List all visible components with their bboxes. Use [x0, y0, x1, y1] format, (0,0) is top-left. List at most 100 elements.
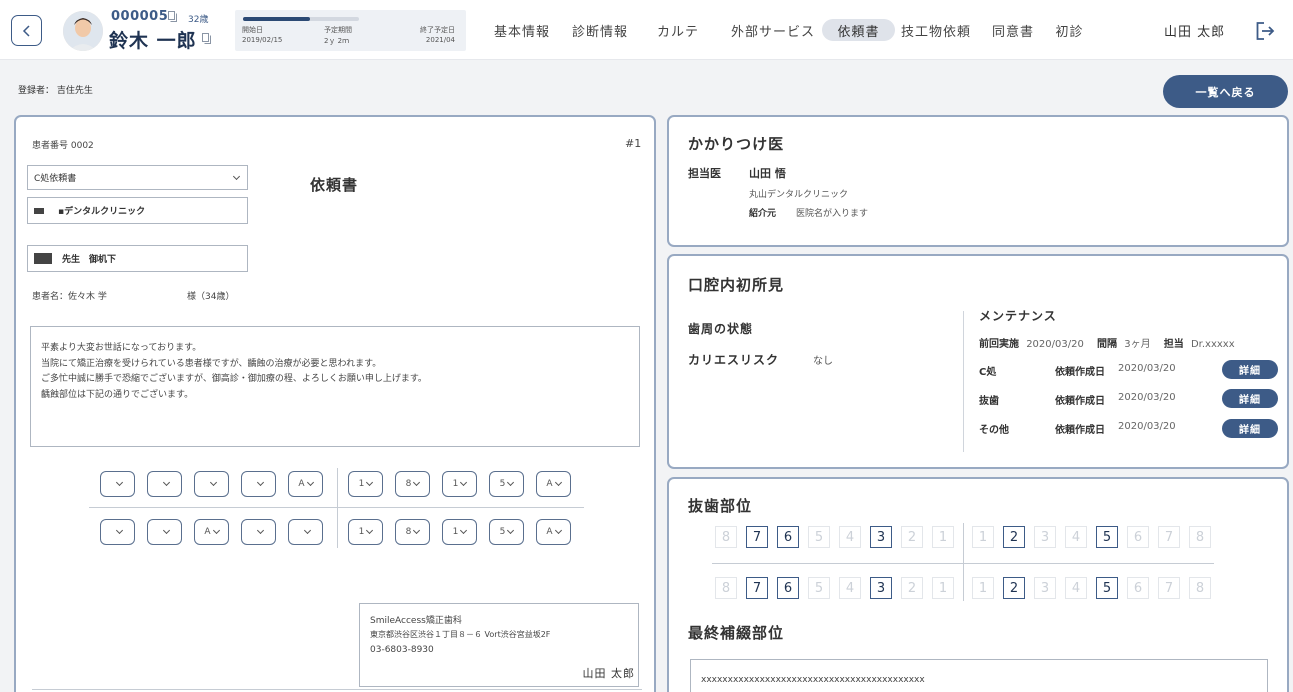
- tooth-lower-left-2[interactable]: 2: [901, 577, 923, 599]
- tooth-upper-left-3[interactable]: 3: [870, 526, 892, 548]
- tooth-upper-right-5[interactable]: 5: [1096, 526, 1118, 548]
- tab-basic-info[interactable]: 基本情報: [492, 19, 552, 41]
- tooth-select-value: A: [546, 527, 553, 537]
- tooth-select[interactable]: A: [288, 471, 323, 497]
- tooth-select[interactable]: 1: [442, 471, 477, 497]
- tooth-lower-right-5[interactable]: 5: [1096, 577, 1118, 599]
- tooth-upper-left-2[interactable]: 2: [901, 526, 923, 548]
- copy-icon[interactable]: [168, 11, 177, 22]
- clinic-field[interactable]: ▪デンタルクリニック: [27, 197, 248, 224]
- tooth-lower-right-6[interactable]: 6: [1127, 577, 1149, 599]
- final-restoration-field[interactable]: xxxxxxxxxxxxxxxxxxxxxxxxxxxxxxxxxxxxxxxx…: [690, 659, 1268, 692]
- tooth-upper-left-1[interactable]: 1: [932, 526, 954, 548]
- chevron-down-icon: [256, 478, 264, 487]
- tooth-select[interactable]: 5: [489, 471, 524, 497]
- request-type-select[interactable]: C処依頼書: [27, 165, 248, 190]
- tooth-lower-left-5[interactable]: 5: [808, 577, 830, 599]
- period-progress-bar: [243, 17, 359, 21]
- letter-title: 依頼書: [310, 176, 359, 194]
- copy-name-icon[interactable]: [202, 33, 211, 44]
- request-type: その他: [979, 425, 1009, 436]
- tab-chart[interactable]: カルテ: [654, 19, 702, 41]
- back-to-list-button[interactable]: 一覧へ戻る: [1163, 75, 1288, 108]
- tooth-select[interactable]: A: [536, 519, 571, 545]
- tooth-lower-right-3[interactable]: 3: [1034, 577, 1056, 599]
- tooth-lower-left-1[interactable]: 1: [932, 577, 954, 599]
- tooth-select[interactable]: 8: [395, 519, 430, 545]
- request-detail-button[interactable]: 詳細: [1222, 360, 1278, 379]
- tooth-select[interactable]: [194, 471, 229, 497]
- caries-value: なし: [813, 356, 833, 367]
- tooth-select[interactable]: A: [536, 471, 571, 497]
- oral-findings-title: 口腔内初所見: [688, 276, 785, 294]
- tooth-lower-right-1[interactable]: 1: [972, 577, 994, 599]
- end-date: 2021/04: [425, 36, 455, 44]
- tooth-select[interactable]: 5: [489, 519, 524, 545]
- tooth-upper-left-5[interactable]: 5: [808, 526, 830, 548]
- tooth-select[interactable]: 8: [395, 471, 430, 497]
- findings-divider: [963, 311, 964, 452]
- request-type-value: C処依頼書: [34, 174, 77, 184]
- tooth-select[interactable]: 1: [442, 519, 477, 545]
- letter-patient-honorific: 様（34歳）: [187, 292, 235, 302]
- tooth-upper-left-8[interactable]: 8: [715, 526, 737, 548]
- tab-first-visit[interactable]: 初診: [1053, 19, 1086, 41]
- tooth-lower-right-7[interactable]: 7: [1158, 577, 1180, 599]
- tooth-select[interactable]: [241, 471, 276, 497]
- request-detail-button[interactable]: 詳細: [1222, 389, 1278, 408]
- back-button[interactable]: [11, 15, 42, 46]
- user-name[interactable]: 山田 太郎: [1164, 21, 1225, 40]
- tooth-select-value: A: [546, 479, 553, 489]
- tooth-select[interactable]: A: [194, 519, 229, 545]
- final-restoration-value: xxxxxxxxxxxxxxxxxxxxxxxxxxxxxxxxxxxxxxxx…: [701, 675, 925, 685]
- letter-body-textarea[interactable]: 平素より大変お世話になっております。 当院にて矯正治療を受けられている患者様です…: [30, 326, 640, 447]
- request-date: 2020/03/20: [1118, 392, 1176, 403]
- request-detail-button[interactable]: 詳細: [1222, 419, 1278, 438]
- tooth-upper-left-7[interactable]: 7: [746, 526, 768, 548]
- tooth-upper-right-4[interactable]: 4: [1065, 526, 1087, 548]
- duration-label: 予定期間: [324, 26, 352, 34]
- tooth-upper-right-1[interactable]: 1: [972, 526, 994, 548]
- tooth-upper-right-7[interactable]: 7: [1158, 526, 1180, 548]
- tooth-lower-left-7[interactable]: 7: [746, 577, 768, 599]
- tab-lab-request[interactable]: 技工物依頼: [899, 19, 973, 41]
- tooth-upper-right-3[interactable]: 3: [1034, 526, 1056, 548]
- tooth-select[interactable]: [241, 519, 276, 545]
- tooth-upper-right-6[interactable]: 6: [1127, 526, 1149, 548]
- tooth-lower-left-8[interactable]: 8: [715, 577, 737, 599]
- chevron-down-icon: [460, 526, 468, 535]
- tooth-lower-right-8[interactable]: 8: [1189, 577, 1211, 599]
- tab-diagnosis[interactable]: 診断情報: [570, 19, 630, 41]
- tooth-select[interactable]: [147, 471, 182, 497]
- tooth-upper-left-4[interactable]: 4: [839, 526, 861, 548]
- tab-consent[interactable]: 同意書: [990, 19, 1036, 41]
- tooth-upper-right-2[interactable]: 2: [1003, 526, 1025, 548]
- chevron-down-icon: [212, 526, 220, 535]
- tooth-lower-right-2[interactable]: 2: [1003, 577, 1025, 599]
- chevron-down-icon: [303, 526, 311, 535]
- logout-icon[interactable]: [1256, 22, 1276, 40]
- start-date: 2019/02/15: [242, 36, 283, 44]
- request-type: C処: [979, 367, 997, 378]
- sender-doctor: 山田 太郎: [582, 667, 635, 680]
- tooth-lower-left-6[interactable]: 6: [777, 577, 799, 599]
- tooth-lower-right-4[interactable]: 4: [1065, 577, 1087, 599]
- tooth-select[interactable]: [288, 519, 323, 545]
- letter-body-line: 齲蝕部位は下記の通りでございます。: [41, 389, 194, 400]
- tooth-upper-left-6[interactable]: 6: [777, 526, 799, 548]
- tooth-select[interactable]: [147, 519, 182, 545]
- oral-findings-card: 口腔内初所見 歯周の状態 カリエスリスク なし メンテナンス 前回実施 2020…: [667, 254, 1289, 469]
- tooth-select[interactable]: [100, 519, 135, 545]
- tooth-lower-left-3[interactable]: 3: [870, 577, 892, 599]
- doctor-field-value: 先生 御机下: [62, 255, 117, 265]
- tab-external-services[interactable]: 外部サービス: [729, 19, 817, 41]
- tooth-select[interactable]: 1: [348, 471, 383, 497]
- tooth-lower-left-4[interactable]: 4: [839, 577, 861, 599]
- patient-number: 患者番号 0002: [32, 141, 94, 151]
- letter-body-line: 平素より大変お世話になっております。: [41, 343, 202, 353]
- tooth-upper-right-8[interactable]: 8: [1189, 526, 1211, 548]
- tooth-select[interactable]: [100, 471, 135, 497]
- tab-request-letter[interactable]: 依頼書: [822, 19, 895, 41]
- tooth-select[interactable]: 1: [348, 519, 383, 545]
- doctor-field[interactable]: 先生 御机下: [27, 245, 248, 272]
